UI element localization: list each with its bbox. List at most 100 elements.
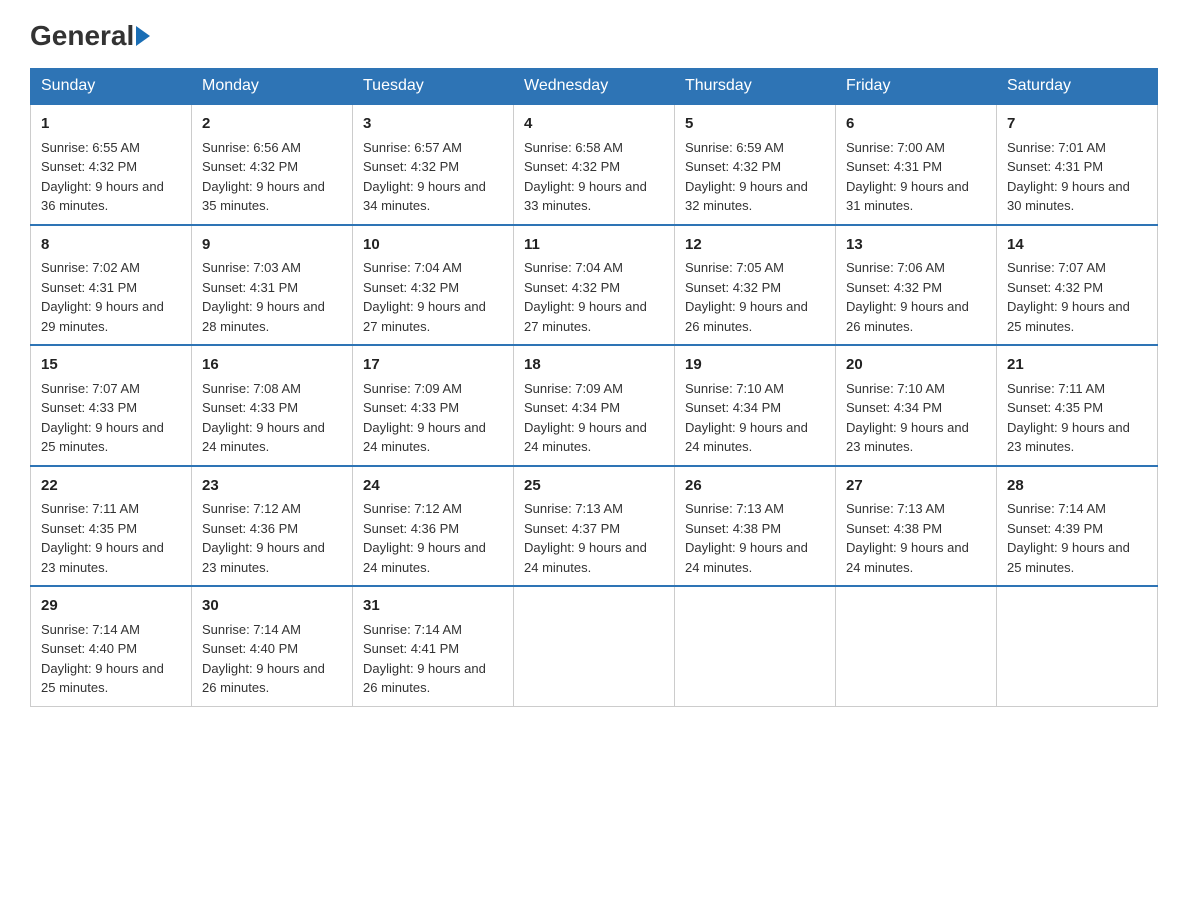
day-info: Sunrise: 7:11 AMSunset: 4:35 PMDaylight:… (41, 501, 164, 575)
day-number: 10 (363, 234, 503, 257)
calendar-cell: 30 Sunrise: 7:14 AMSunset: 4:40 PMDaylig… (192, 586, 353, 706)
calendar-cell: 12 Sunrise: 7:05 AMSunset: 4:32 PMDaylig… (675, 225, 836, 346)
day-info: Sunrise: 7:09 AMSunset: 4:33 PMDaylight:… (363, 381, 486, 455)
day-info: Sunrise: 7:05 AMSunset: 4:32 PMDaylight:… (685, 260, 808, 334)
calendar-cell: 8 Sunrise: 7:02 AMSunset: 4:31 PMDayligh… (31, 225, 192, 346)
day-number: 22 (41, 475, 181, 498)
day-number: 2 (202, 113, 342, 136)
day-info: Sunrise: 7:13 AMSunset: 4:38 PMDaylight:… (685, 501, 808, 575)
calendar-cell: 24 Sunrise: 7:12 AMSunset: 4:36 PMDaylig… (353, 466, 514, 587)
calendar-cell: 14 Sunrise: 7:07 AMSunset: 4:32 PMDaylig… (997, 225, 1158, 346)
calendar-cell: 5 Sunrise: 6:59 AMSunset: 4:32 PMDayligh… (675, 104, 836, 225)
day-info: Sunrise: 7:04 AMSunset: 4:32 PMDaylight:… (363, 260, 486, 334)
day-info: Sunrise: 7:00 AMSunset: 4:31 PMDaylight:… (846, 140, 969, 214)
calendar-cell: 23 Sunrise: 7:12 AMSunset: 4:36 PMDaylig… (192, 466, 353, 587)
day-info: Sunrise: 6:56 AMSunset: 4:32 PMDaylight:… (202, 140, 325, 214)
day-info: Sunrise: 7:13 AMSunset: 4:38 PMDaylight:… (846, 501, 969, 575)
day-number: 29 (41, 595, 181, 618)
calendar-cell: 26 Sunrise: 7:13 AMSunset: 4:38 PMDaylig… (675, 466, 836, 587)
day-info: Sunrise: 6:57 AMSunset: 4:32 PMDaylight:… (363, 140, 486, 214)
day-info: Sunrise: 7:07 AMSunset: 4:32 PMDaylight:… (1007, 260, 1130, 334)
day-number: 8 (41, 234, 181, 257)
day-info: Sunrise: 7:14 AMSunset: 4:41 PMDaylight:… (363, 622, 486, 696)
day-number: 31 (363, 595, 503, 618)
day-number: 5 (685, 113, 825, 136)
calendar-cell: 2 Sunrise: 6:56 AMSunset: 4:32 PMDayligh… (192, 104, 353, 225)
day-number: 17 (363, 354, 503, 377)
day-number: 13 (846, 234, 986, 257)
day-number: 21 (1007, 354, 1147, 377)
day-info: Sunrise: 7:10 AMSunset: 4:34 PMDaylight:… (846, 381, 969, 455)
day-number: 1 (41, 113, 181, 136)
day-info: Sunrise: 7:07 AMSunset: 4:33 PMDaylight:… (41, 381, 164, 455)
day-info: Sunrise: 7:12 AMSunset: 4:36 PMDaylight:… (363, 501, 486, 575)
day-number: 16 (202, 354, 342, 377)
calendar-cell: 20 Sunrise: 7:10 AMSunset: 4:34 PMDaylig… (836, 345, 997, 466)
day-number: 9 (202, 234, 342, 257)
page-header: General (30, 20, 1158, 48)
calendar-header-saturday: Saturday (997, 69, 1158, 105)
calendar-week-row: 8 Sunrise: 7:02 AMSunset: 4:31 PMDayligh… (31, 225, 1158, 346)
calendar-cell (997, 586, 1158, 706)
calendar-header-friday: Friday (836, 69, 997, 105)
calendar-week-row: 22 Sunrise: 7:11 AMSunset: 4:35 PMDaylig… (31, 466, 1158, 587)
day-number: 30 (202, 595, 342, 618)
day-info: Sunrise: 7:01 AMSunset: 4:31 PMDaylight:… (1007, 140, 1130, 214)
day-number: 24 (363, 475, 503, 498)
day-info: Sunrise: 7:02 AMSunset: 4:31 PMDaylight:… (41, 260, 164, 334)
calendar-cell: 29 Sunrise: 7:14 AMSunset: 4:40 PMDaylig… (31, 586, 192, 706)
calendar-cell: 1 Sunrise: 6:55 AMSunset: 4:32 PMDayligh… (31, 104, 192, 225)
day-number: 19 (685, 354, 825, 377)
calendar-table: SundayMondayTuesdayWednesdayThursdayFrid… (30, 68, 1158, 707)
calendar-cell: 28 Sunrise: 7:14 AMSunset: 4:39 PMDaylig… (997, 466, 1158, 587)
day-info: Sunrise: 6:55 AMSunset: 4:32 PMDaylight:… (41, 140, 164, 214)
calendar-cell (514, 586, 675, 706)
day-info: Sunrise: 7:14 AMSunset: 4:39 PMDaylight:… (1007, 501, 1130, 575)
logo-text: General (30, 20, 150, 51)
calendar-week-row: 1 Sunrise: 6:55 AMSunset: 4:32 PMDayligh… (31, 104, 1158, 225)
day-info: Sunrise: 6:58 AMSunset: 4:32 PMDaylight:… (524, 140, 647, 214)
calendar-week-row: 15 Sunrise: 7:07 AMSunset: 4:33 PMDaylig… (31, 345, 1158, 466)
calendar-cell: 13 Sunrise: 7:06 AMSunset: 4:32 PMDaylig… (836, 225, 997, 346)
calendar-cell (836, 586, 997, 706)
calendar-header-wednesday: Wednesday (514, 69, 675, 105)
day-info: Sunrise: 7:13 AMSunset: 4:37 PMDaylight:… (524, 501, 647, 575)
calendar-header-monday: Monday (192, 69, 353, 105)
day-info: Sunrise: 7:09 AMSunset: 4:34 PMDaylight:… (524, 381, 647, 455)
calendar-cell: 21 Sunrise: 7:11 AMSunset: 4:35 PMDaylig… (997, 345, 1158, 466)
calendar-cell: 25 Sunrise: 7:13 AMSunset: 4:37 PMDaylig… (514, 466, 675, 587)
calendar-cell: 9 Sunrise: 7:03 AMSunset: 4:31 PMDayligh… (192, 225, 353, 346)
calendar-cell: 18 Sunrise: 7:09 AMSunset: 4:34 PMDaylig… (514, 345, 675, 466)
day-number: 28 (1007, 475, 1147, 498)
calendar-week-row: 29 Sunrise: 7:14 AMSunset: 4:40 PMDaylig… (31, 586, 1158, 706)
day-info: Sunrise: 7:14 AMSunset: 4:40 PMDaylight:… (41, 622, 164, 696)
day-info: Sunrise: 6:59 AMSunset: 4:32 PMDaylight:… (685, 140, 808, 214)
calendar-cell: 4 Sunrise: 6:58 AMSunset: 4:32 PMDayligh… (514, 104, 675, 225)
calendar-cell: 22 Sunrise: 7:11 AMSunset: 4:35 PMDaylig… (31, 466, 192, 587)
day-number: 26 (685, 475, 825, 498)
day-info: Sunrise: 7:12 AMSunset: 4:36 PMDaylight:… (202, 501, 325, 575)
calendar-header-sunday: Sunday (31, 69, 192, 105)
day-info: Sunrise: 7:08 AMSunset: 4:33 PMDaylight:… (202, 381, 325, 455)
calendar-cell: 16 Sunrise: 7:08 AMSunset: 4:33 PMDaylig… (192, 345, 353, 466)
calendar-header-tuesday: Tuesday (353, 69, 514, 105)
calendar-cell: 11 Sunrise: 7:04 AMSunset: 4:32 PMDaylig… (514, 225, 675, 346)
calendar-cell: 7 Sunrise: 7:01 AMSunset: 4:31 PMDayligh… (997, 104, 1158, 225)
calendar-cell (675, 586, 836, 706)
day-info: Sunrise: 7:11 AMSunset: 4:35 PMDaylight:… (1007, 381, 1130, 455)
calendar-cell: 27 Sunrise: 7:13 AMSunset: 4:38 PMDaylig… (836, 466, 997, 587)
day-number: 6 (846, 113, 986, 136)
calendar-header-thursday: Thursday (675, 69, 836, 105)
calendar-cell: 10 Sunrise: 7:04 AMSunset: 4:32 PMDaylig… (353, 225, 514, 346)
calendar-cell: 17 Sunrise: 7:09 AMSunset: 4:33 PMDaylig… (353, 345, 514, 466)
day-number: 20 (846, 354, 986, 377)
day-number: 12 (685, 234, 825, 257)
day-number: 18 (524, 354, 664, 377)
day-info: Sunrise: 7:14 AMSunset: 4:40 PMDaylight:… (202, 622, 325, 696)
day-info: Sunrise: 7:04 AMSunset: 4:32 PMDaylight:… (524, 260, 647, 334)
calendar-header-row: SundayMondayTuesdayWednesdayThursdayFrid… (31, 69, 1158, 105)
day-number: 27 (846, 475, 986, 498)
day-number: 7 (1007, 113, 1147, 136)
calendar-cell: 31 Sunrise: 7:14 AMSunset: 4:41 PMDaylig… (353, 586, 514, 706)
day-number: 3 (363, 113, 503, 136)
